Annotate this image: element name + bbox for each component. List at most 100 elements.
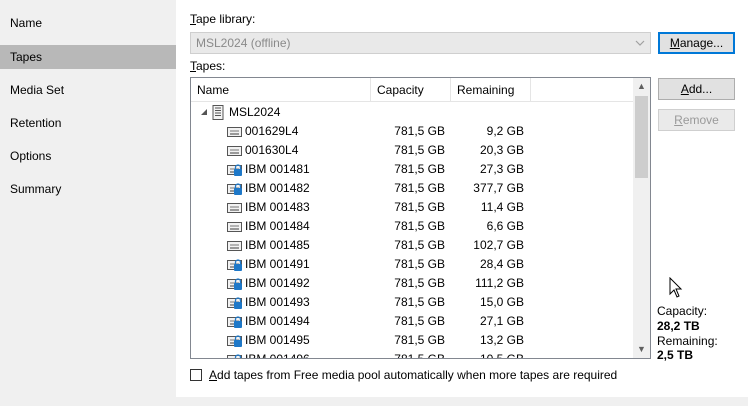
mouse-pointer-icon <box>669 277 683 298</box>
column-header-name[interactable]: Name <box>191 78 371 102</box>
locked-tape-icon <box>227 354 242 358</box>
tape-row[interactable]: IBM 001495 781,5 GB 13,2 GB <box>191 331 634 350</box>
tapes-list-header: Name Capacity Remaining <box>191 78 634 102</box>
sidebar-item-summary[interactable]: Summary <box>0 177 176 201</box>
tape-name: IBM 001482 <box>245 181 310 195</box>
tape-capacity: 781,5 GB <box>394 181 445 195</box>
remaining-value: 2,5 TB <box>657 348 694 362</box>
tape-icon <box>227 241 242 251</box>
tape-remaining: 13,2 GB <box>479 333 524 347</box>
tape-name: IBM 001496 <box>245 352 310 359</box>
tape-capacity: 781,5 GB <box>394 257 445 271</box>
locked-tape-icon <box>227 259 242 271</box>
tapes-list-body: MSL2024 001629L4 781,5 GB 9,2 GB 001630L4 78… <box>191 103 634 359</box>
manage-button[interactable]: Manage... <box>658 32 735 54</box>
tape-remaining: 111,2 GB <box>475 276 524 290</box>
locked-tape-icon <box>227 297 242 309</box>
tape-remaining: 6,6 GB <box>486 219 524 233</box>
tape-remaining: 27,3 GB <box>479 162 524 176</box>
remove-button[interactable]: Remove <box>658 109 735 131</box>
tape-row[interactable]: IBM 001491 781,5 GB 28,4 GB <box>191 255 634 274</box>
tape-capacity: 781,5 GB <box>394 162 445 176</box>
library-node-label: MSL2024 <box>229 105 281 119</box>
tape-icon <box>227 146 242 156</box>
tape-row[interactable]: IBM 001493 781,5 GB 15,0 GB <box>191 293 634 312</box>
tape-name: IBM 001495 <box>245 333 310 347</box>
tape-library-label: Tape library: <box>190 12 256 26</box>
locked-tape-icon <box>227 316 242 328</box>
tape-remaining: 20,3 GB <box>479 143 524 157</box>
auto-add-checkbox[interactable] <box>190 369 202 381</box>
auto-add-label[interactable]: Add tapes from Free media pool automatic… <box>209 368 617 382</box>
tape-row[interactable]: IBM 001492 781,5 GB 111,2 GB <box>191 274 634 293</box>
tape-remaining: 15,0 GB <box>479 295 524 309</box>
sidebar-item-tapes[interactable]: Tapes <box>0 45 176 69</box>
scroll-up-icon[interactable]: ▲ <box>633 78 650 95</box>
tapes-listview[interactable]: Name Capacity Remaining MSL2024 001629L4… <box>190 77 651 359</box>
tape-icon <box>227 203 242 213</box>
tape-name: 001629L4 <box>245 124 299 138</box>
wizard-sidebar: Name Tapes Media Set Retention Options S… <box>0 0 176 406</box>
tree-node-library[interactable]: MSL2024 <box>191 103 634 122</box>
tape-name: IBM 001492 <box>245 276 310 290</box>
vertical-scrollbar[interactable]: ▲ ▼ <box>633 78 650 358</box>
tape-remaining: 9,2 GB <box>486 124 524 138</box>
tape-row[interactable]: 001630L4 781,5 GB 20,3 GB <box>191 141 634 160</box>
remaining-label: Remaining: <box>657 334 718 348</box>
tape-library-combobox[interactable]: MSL2024 (offline) <box>190 32 651 54</box>
tape-remaining: 102,7 GB <box>473 238 524 252</box>
capacity-label: Capacity: <box>657 304 708 318</box>
sidebar-item-retention[interactable]: Retention <box>0 111 176 135</box>
tape-capacity: 781,5 GB <box>394 333 445 347</box>
collapse-icon[interactable] <box>199 103 209 122</box>
locked-tape-icon <box>227 183 242 195</box>
scrollbar-thumb[interactable] <box>635 96 648 178</box>
tape-remaining: 10,5 GB <box>479 352 524 359</box>
tape-name: IBM 001484 <box>245 219 310 233</box>
main-panel: Tape library: MSL2024 (offline) Manage..… <box>176 0 748 406</box>
tape-name: 001630L4 <box>245 143 299 157</box>
tape-name: IBM 001485 <box>245 238 310 252</box>
tape-remaining: 377,7 GB <box>473 181 524 195</box>
locked-tape-icon <box>227 335 242 347</box>
tape-remaining: 27,1 GB <box>479 314 524 328</box>
tape-row[interactable]: IBM 001481 781,5 GB 27,3 GB <box>191 160 634 179</box>
column-header-capacity[interactable]: Capacity <box>371 78 451 102</box>
tape-row[interactable]: IBM 001484 781,5 GB 6,6 GB <box>191 217 634 236</box>
tape-row[interactable]: IBM 001496 781,5 GB 10,5 GB <box>191 350 634 359</box>
scroll-down-icon[interactable]: ▼ <box>633 341 650 358</box>
sidebar-item-options[interactable]: Options <box>0 144 176 168</box>
locked-tape-icon <box>227 164 242 176</box>
tape-row[interactable]: IBM 001482 781,5 GB 377,7 GB <box>191 179 634 198</box>
tape-capacity: 781,5 GB <box>394 200 445 214</box>
tape-name: IBM 001483 <box>245 200 310 214</box>
capacity-value: 28,2 TB <box>657 319 700 333</box>
tape-capacity: 781,5 GB <box>394 314 445 328</box>
tape-row[interactable]: IBM 001485 781,5 GB 102,7 GB <box>191 236 634 255</box>
tape-library-value: MSL2024 (offline) <box>196 36 291 50</box>
tape-remaining: 28,4 GB <box>479 257 524 271</box>
tape-name: IBM 001493 <box>245 295 310 309</box>
tape-row[interactable]: 001629L4 781,5 GB 9,2 GB <box>191 122 634 141</box>
tapes-label: Tapes: <box>190 59 226 73</box>
chevron-down-icon <box>635 40 645 46</box>
add-button[interactable]: Add... <box>658 78 735 100</box>
tape-remaining: 11,4 GB <box>480 200 524 214</box>
sidebar-item-media-set[interactable]: Media Set <box>0 78 176 102</box>
tape-icon <box>227 222 242 232</box>
tape-capacity: 781,5 GB <box>394 352 445 359</box>
column-header-remaining[interactable]: Remaining <box>451 78 531 102</box>
tape-name: IBM 001491 <box>245 257 310 271</box>
tape-name: IBM 001494 <box>245 314 310 328</box>
tape-icon <box>227 127 242 137</box>
tape-row[interactable]: IBM 001494 781,5 GB 27,1 GB <box>191 312 634 331</box>
tape-capacity: 781,5 GB <box>394 219 445 233</box>
sidebar-item-name[interactable]: Name <box>0 11 176 35</box>
tape-name: IBM 001481 <box>245 162 310 176</box>
tape-capacity: 781,5 GB <box>394 124 445 138</box>
bottom-bar <box>0 397 748 406</box>
tape-capacity: 781,5 GB <box>394 143 445 157</box>
locked-tape-icon <box>227 278 242 290</box>
tape-row[interactable]: IBM 001483 781,5 GB 11,4 GB <box>191 198 634 217</box>
tape-capacity: 781,5 GB <box>394 276 445 290</box>
